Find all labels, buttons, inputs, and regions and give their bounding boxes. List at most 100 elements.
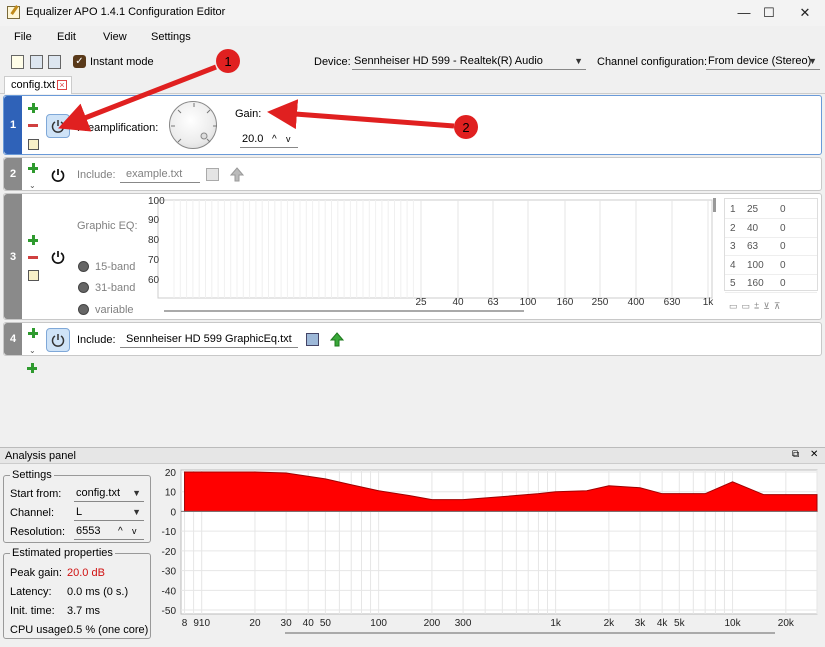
graphic-eq-plot[interactable]: 100 90 80 70 60 25 40 63 100 160 250 400 630 1k (144, 194, 722, 314)
response-x-tick-label: 50 (320, 618, 332, 629)
init-time-value: 3.7 ms (67, 605, 101, 617)
annotation-overlay: 1 2 (58, 49, 478, 139)
eq-table-cell: 25 (747, 204, 759, 215)
analysis-panel: Analysis panel ⧉ ✕ Settings Start from: … (0, 447, 825, 643)
include-file-field[interactable]: Sennheiser HD 599 GraphicEq.txt (120, 332, 298, 348)
add-filter-icon[interactable] (28, 235, 38, 245)
estimated-group: Estimated properties Peak gain: 20.0 dB … (3, 547, 151, 639)
graphic-eq-label: Graphic EQ: (77, 220, 138, 232)
response-x-tick-label: 20 (249, 618, 261, 629)
band31-radio[interactable] (78, 282, 89, 293)
browse-file-icon[interactable] (306, 333, 319, 346)
eq-table-row[interactable]: 4 100 0 (725, 257, 817, 275)
eq-table-row[interactable]: 3 63 0 (725, 238, 817, 256)
close-panel-icon[interactable]: ✕ (810, 449, 818, 460)
response-y-tick-label: -10 (162, 527, 177, 538)
response-y-tick-label: 10 (165, 488, 177, 499)
spin-down-icon[interactable]: v (132, 524, 137, 539)
response-x-tick-label: 8 (182, 618, 188, 629)
response-y-tick-label: -50 (162, 606, 177, 617)
eq-scrollbar-handle[interactable] (713, 198, 716, 212)
annotation-arrow-2 (267, 99, 455, 130)
eq-table-cell: 2 (730, 222, 736, 234)
expand-chevron-icon[interactable]: ⌄ (29, 346, 36, 355)
row-number: 2 (4, 158, 22, 190)
browse-file-icon[interactable] (206, 168, 219, 181)
annotation-text-2: 2 (462, 120, 469, 135)
frequency-response-chart[interactable]: 20 10 0 -10 -20 -30 -40 -50 8 910 20 30 40 50 100 200 30… (155, 466, 823, 644)
chevron-down-icon: ▼ (132, 507, 141, 517)
analysis-header: Analysis panel ⧉ ✕ (0, 448, 825, 464)
response-y-tick-label: 0 (170, 507, 176, 518)
eq-table-cell: 100 (747, 259, 764, 271)
open-include-icon[interactable] (229, 167, 245, 185)
filter-row-include-example: 2 ⌄ Include: example.txt (3, 157, 822, 191)
eq-x-tick-label: 63 (487, 297, 499, 308)
response-x-tick-label: 10k (725, 618, 742, 629)
eq-x-tick-label: 630 (664, 297, 681, 308)
eq-x-tick-label: 1k (703, 297, 715, 308)
response-y-tick-label: 20 (165, 468, 177, 479)
eq-table-cell: 5 (730, 278, 736, 289)
response-x-tick-label: 910 (193, 618, 210, 629)
restore-panel-icon[interactable]: ⧉ (792, 449, 799, 460)
power-toggle-button[interactable] (46, 328, 70, 352)
spin-up-icon[interactable]: ^ (118, 524, 123, 539)
filter-row-include-sennheiser: 4 ⌄ Include: Sennheiser HD 599 GraphicEq… (3, 322, 822, 356)
estimated-group-title: Estimated properties (10, 547, 115, 559)
expand-chevron-icon[interactable]: ⌄ (29, 181, 36, 190)
add-filter-icon[interactable] (27, 363, 37, 373)
include-file-field[interactable]: example.txt (120, 167, 200, 183)
eq-plot-area (157, 199, 713, 299)
resolution-label: Resolution: (10, 526, 66, 538)
eq-x-tick-label: 25 (415, 297, 427, 308)
response-x-tick-label: 200 (424, 618, 441, 629)
variable-radio[interactable] (78, 304, 89, 315)
latency-label: Latency: (10, 586, 52, 598)
annotation-text-1: 1 (224, 54, 231, 69)
response-y-tick-label: -20 (162, 547, 177, 558)
peak-gain-label: Peak gain: (10, 567, 62, 579)
remove-filter-icon[interactable] (28, 256, 38, 259)
eq-table-cell: 0 (780, 241, 786, 252)
edit-filter-icon[interactable] (28, 270, 39, 281)
cpu-usage-label: CPU usage: (10, 624, 70, 636)
include-label: Include: (77, 169, 116, 181)
add-filter-icon[interactable] (28, 163, 38, 173)
include-label: Include: (77, 334, 116, 346)
channel-label: Channel: (10, 507, 55, 519)
eq-table-row[interactable]: 2 40 0 (725, 220, 817, 238)
eq-table-cell: 4 (730, 259, 736, 271)
eq-table-cell: 3 (730, 241, 736, 252)
response-x-tick-label: 1k (550, 618, 562, 629)
band15-radio[interactable] (78, 261, 89, 272)
response-x-tick-label: 300 (455, 618, 472, 629)
settings-group-title: Settings (10, 469, 54, 481)
eq-table-row[interactable]: 5 160 0 (725, 275, 817, 293)
power-toggle-button[interactable] (46, 245, 70, 269)
response-x-tick-label: 100 (370, 618, 387, 629)
eq-table-tools[interactable]: ▭▭⩲⊻⊼ (729, 301, 817, 313)
eq-x-tick-label: 160 (557, 297, 574, 308)
band15-label: 15-band (95, 261, 136, 273)
power-toggle-button[interactable] (46, 163, 70, 187)
response-x-tick-label: 3k (635, 618, 647, 629)
channel-value: L (76, 506, 83, 518)
chevron-down-icon: ▼ (132, 488, 141, 498)
band31-label: 31-band (95, 282, 136, 294)
eq-table-row[interactable]: 1 25 0 (725, 201, 817, 219)
power-icon (51, 334, 65, 347)
variable-label: variable (95, 304, 134, 316)
eq-scrollbar-h (164, 310, 524, 312)
resolution-spinbox[interactable]: 6553 ^ v (74, 524, 144, 540)
row-number: 4 (4, 323, 22, 355)
cpu-usage-value: 0.5 % (one core) (67, 624, 149, 636)
arrow-up-icon (229, 167, 245, 182)
response-x-tick-label: 2k (604, 618, 616, 629)
channel-select[interactable]: L ▼ (74, 505, 144, 521)
open-include-icon[interactable] (329, 332, 345, 350)
power-icon (51, 169, 65, 182)
start-from-select[interactable]: config.txt ▼ (74, 486, 144, 502)
filter-row-graphic-eq: 3 Graphic EQ: 15-band 31-band variable 1… (3, 193, 822, 320)
add-filter-icon[interactable] (28, 328, 38, 338)
